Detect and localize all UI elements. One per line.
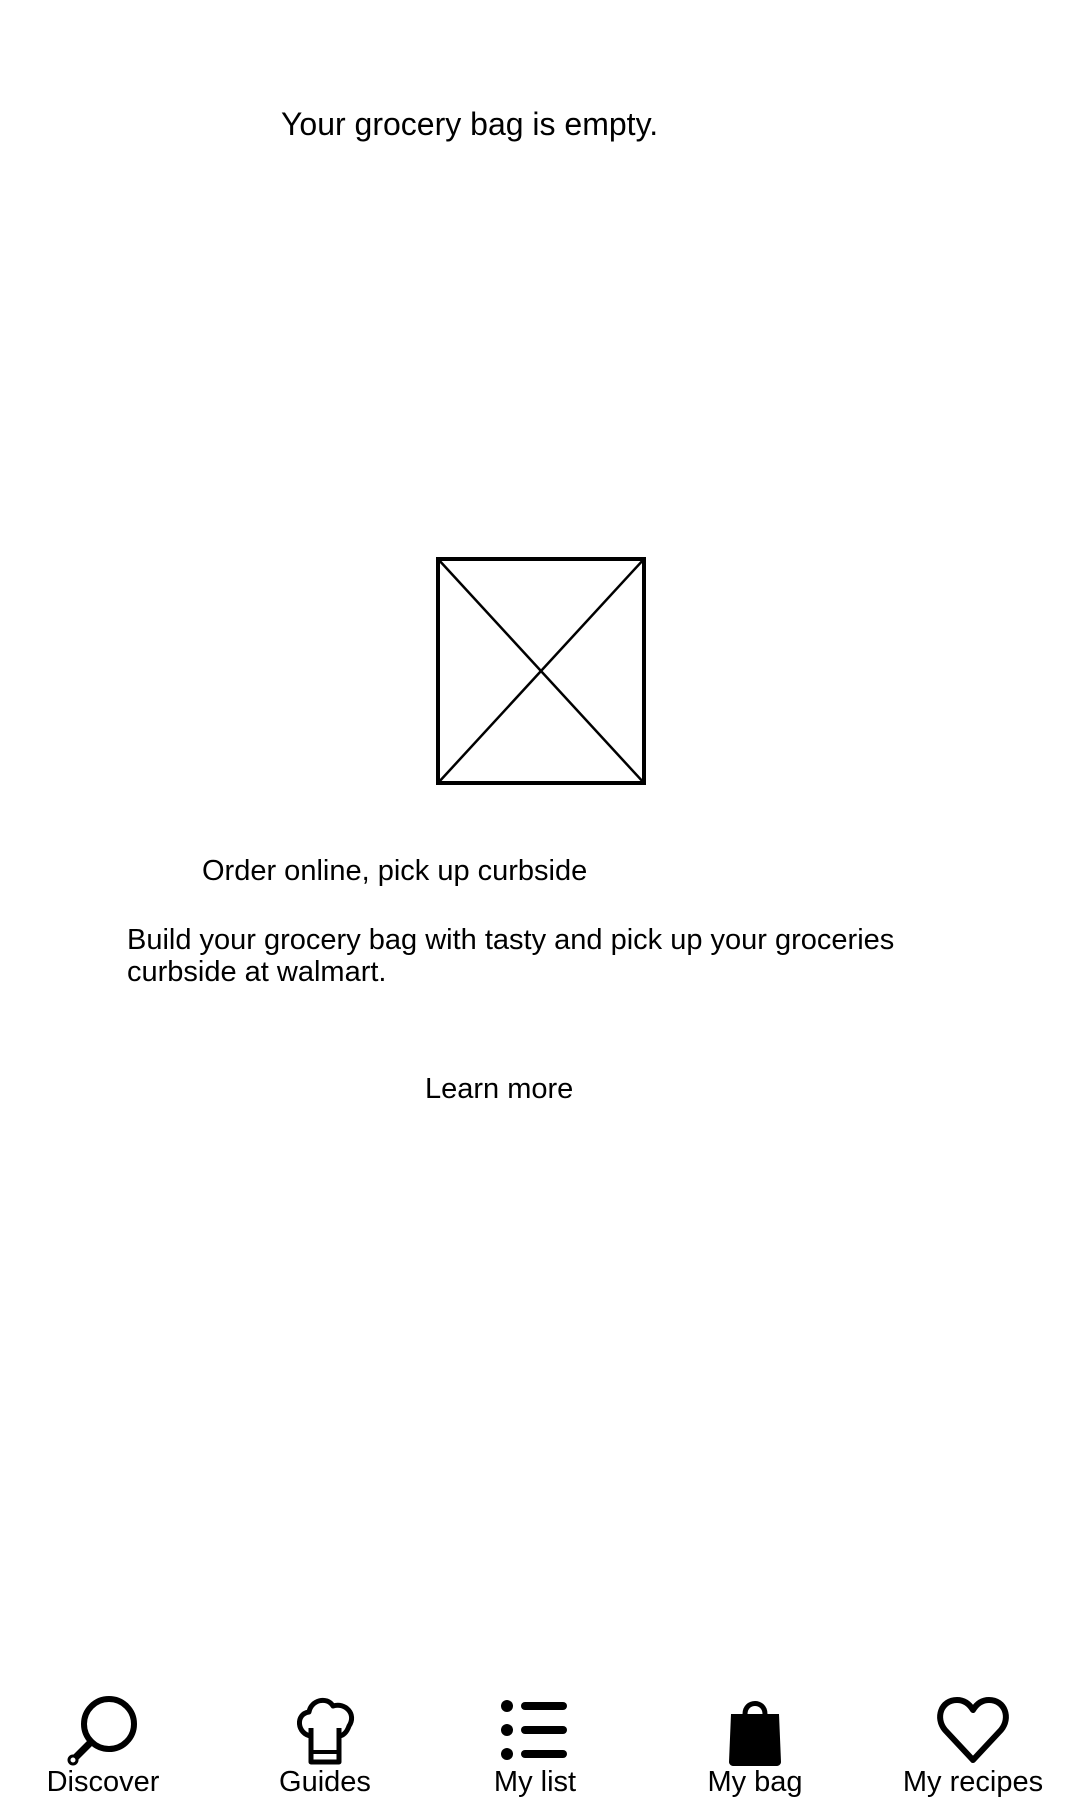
bottom-navigation: Discover Guides My list My bag My recipe…	[0, 1688, 1080, 1800]
promo-description: Build your grocery bag with tasty and pi…	[127, 924, 895, 988]
nav-item-guides[interactable]: Guides	[250, 1688, 400, 1800]
chef-hat-icon	[287, 1692, 363, 1768]
promo-heading: Order online, pick up curbside	[202, 855, 588, 887]
image-placeholder-icon	[436, 557, 646, 785]
nav-label-discover: Discover	[46, 1766, 160, 1798]
nav-label-my-list: My list	[493, 1766, 577, 1798]
nav-item-my-bag[interactable]: My bag	[680, 1688, 830, 1800]
search-icon	[65, 1692, 141, 1768]
empty-bag-title: Your grocery bag is empty.	[281, 106, 659, 142]
nav-label-my-bag: My bag	[707, 1766, 803, 1798]
list-icon	[497, 1692, 573, 1768]
my-bag-screen: Your grocery bag is empty. Order online,…	[0, 0, 1080, 1800]
nav-label-my-recipes: My recipes	[902, 1766, 1044, 1798]
nav-item-my-recipes[interactable]: My recipes	[888, 1688, 1058, 1800]
shopping-bag-icon	[717, 1692, 793, 1768]
nav-item-my-list[interactable]: My list	[460, 1688, 610, 1800]
heart-icon	[935, 1692, 1011, 1768]
nav-label-guides: Guides	[279, 1766, 371, 1798]
learn-more-link[interactable]: Learn more	[425, 1070, 573, 1108]
nav-item-discover[interactable]: Discover	[28, 1688, 178, 1800]
